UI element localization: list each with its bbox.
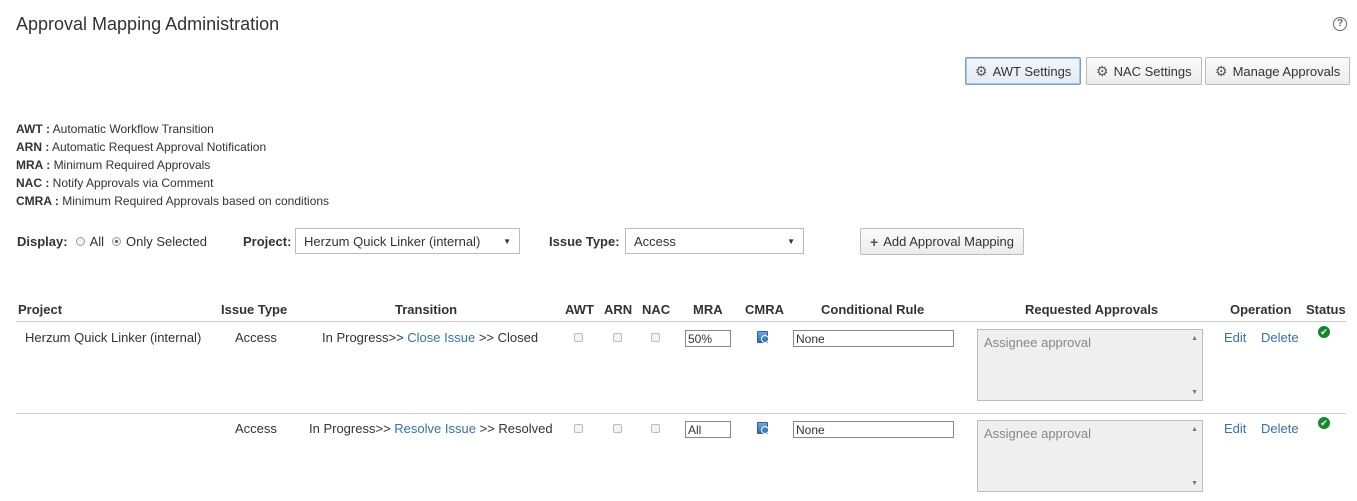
nac-checkbox[interactable] [651,333,660,342]
scroll-up-icon[interactable]: ▲ [1191,335,1198,342]
mra-input[interactable]: 50% [685,330,731,347]
arn-checkbox[interactable] [613,424,622,433]
display-filter: Display: All Only Selected [17,228,207,254]
nac-settings-label: NAC Settings [1113,63,1192,79]
manage-approvals-label: Manage Approvals [1232,63,1341,79]
awt-settings-label: AWT Settings [992,63,1072,79]
col-header-requested-approvals: Requested Approvals [1025,302,1159,317]
col-header-transition: Transition [395,302,458,317]
scroll-up-icon[interactable]: ▲ [1191,426,1198,433]
transition-link[interactable]: Close Issue [407,330,475,345]
cell-transition: In Progress>> Close Issue >> Closed [322,330,538,345]
legend-item: MRA : Minimum Required Approvals [16,156,329,174]
requested-approvals-value: Assignee approval [984,426,1091,441]
gear-icon: ⚙ [1215,63,1228,79]
project-filter-label-wrap: Project: [243,228,291,254]
col-header-cmra: CMRA [745,302,784,317]
issue-type-select[interactable]: Access ▼ [625,228,804,254]
add-approval-mapping-label: Add Approval Mapping [883,234,1014,249]
awt-checkbox[interactable] [574,424,583,433]
requested-approvals-list[interactable]: Assignee approval ▲ ▼ [977,329,1203,401]
col-header-project: Project [18,302,63,317]
awt-checkbox[interactable] [574,333,583,342]
requested-approvals-value: Assignee approval [984,335,1091,350]
to-status: >> Closed [478,330,539,345]
legend-desc: Minimum Required Approvals [53,158,211,172]
cell-project: Herzum Quick Linker (internal) [25,330,202,345]
cell-transition: In Progress>> Resolve Issue >> Resolved [309,421,553,436]
cmra-edit-icon[interactable] [757,331,769,343]
cell-issue-type: Access [235,421,277,436]
delete-link[interactable]: Delete [1261,330,1299,345]
legend-item: CMRA : Minimum Required Approvals based … [16,192,329,210]
radio-all[interactable] [75,236,85,246]
radio-all-label[interactable]: All [90,234,104,249]
edit-link[interactable]: Edit [1224,330,1246,345]
from-status: In Progress>> [322,330,404,345]
cmra-edit-icon[interactable] [757,422,769,434]
table-divider [16,321,1346,322]
issue-type-select-value: Access [634,233,676,249]
col-header-mra: MRA [693,302,723,317]
status-ok-icon: ✔ [1318,326,1330,338]
from-status: In Progress>> [309,421,391,436]
legend-item: ARN : Automatic Request Approval Notific… [16,138,329,156]
legend-desc: Automatic Workflow Transition [52,122,214,136]
legend-item: NAC : Notify Approvals via Comment [16,174,329,192]
col-header-operation: Operation [1230,302,1292,317]
help-icon[interactable]: ? [1333,17,1347,31]
col-header-arn: ARN [604,302,633,317]
scroll-down-icon[interactable]: ▼ [1191,480,1198,487]
legend-desc: Automatic Request Approval Notification [52,140,267,154]
col-header-issue-type: Issue Type [221,302,288,317]
manage-approvals-button[interactable]: ⚙ Manage Approvals [1205,57,1351,85]
scroll-down-icon[interactable]: ▼ [1191,389,1198,396]
project-select[interactable]: Herzum Quick Linker (internal) ▼ [295,228,520,254]
legend-abbr: CMRA : [16,194,59,208]
project-label: Project: [243,233,292,249]
chevron-down-icon: ▼ [787,236,795,246]
to-status: >> Resolved [479,421,553,436]
mra-input[interactable]: All [685,421,731,438]
conditional-rule-input[interactable]: None [793,421,954,438]
radio-only-selected[interactable] [112,236,122,246]
status-ok-icon: ✔ [1318,417,1330,429]
chevron-down-icon: ▼ [503,236,511,246]
cell-issue-type: Access [235,330,277,345]
legend-abbr: NAC : [16,176,50,190]
display-label: Display: [17,233,68,249]
legend-abbr: AWT : [16,122,50,136]
col-header-nac: NAC [642,302,671,317]
page-title: Approval Mapping Administration [16,14,280,34]
nac-settings-button[interactable]: ⚙ NAC Settings [1086,57,1202,85]
legend-desc: Notify Approvals via Comment [52,176,214,190]
col-header-status: Status [1306,302,1346,317]
add-approval-mapping-button[interactable]: + Add Approval Mapping [860,228,1024,255]
arn-checkbox[interactable] [613,333,622,342]
legend-desc: Minimum Required Approvals based on cond… [62,194,330,208]
col-header-conditional-rule: Conditional Rule [821,302,925,317]
table-divider [16,413,1346,414]
transition-link[interactable]: Resolve Issue [394,421,476,436]
requested-approvals-list[interactable]: Assignee approval ▲ ▼ [977,420,1203,492]
legend: AWT : Automatic Workflow Transition ARN … [16,120,329,210]
nac-checkbox[interactable] [651,424,660,433]
edit-link[interactable]: Edit [1224,421,1246,436]
conditional-rule-input[interactable]: None [793,330,954,347]
legend-abbr: MRA : [16,158,51,172]
project-select-value: Herzum Quick Linker (internal) [304,233,481,249]
gear-icon: ⚙ [975,63,988,79]
gear-icon: ⚙ [1096,63,1109,79]
issue-type-label: Issue Type: [549,233,620,249]
awt-settings-button[interactable]: ⚙ AWT Settings [965,57,1082,85]
plus-icon: + [870,233,879,250]
issue-type-label-wrap: Issue Type: [549,228,620,254]
legend-abbr: ARN : [16,140,50,154]
col-header-awt: AWT [565,302,594,317]
legend-item: AWT : Automatic Workflow Transition [16,120,329,138]
delete-link[interactable]: Delete [1261,421,1299,436]
radio-only-selected-label[interactable]: Only Selected [126,234,207,249]
